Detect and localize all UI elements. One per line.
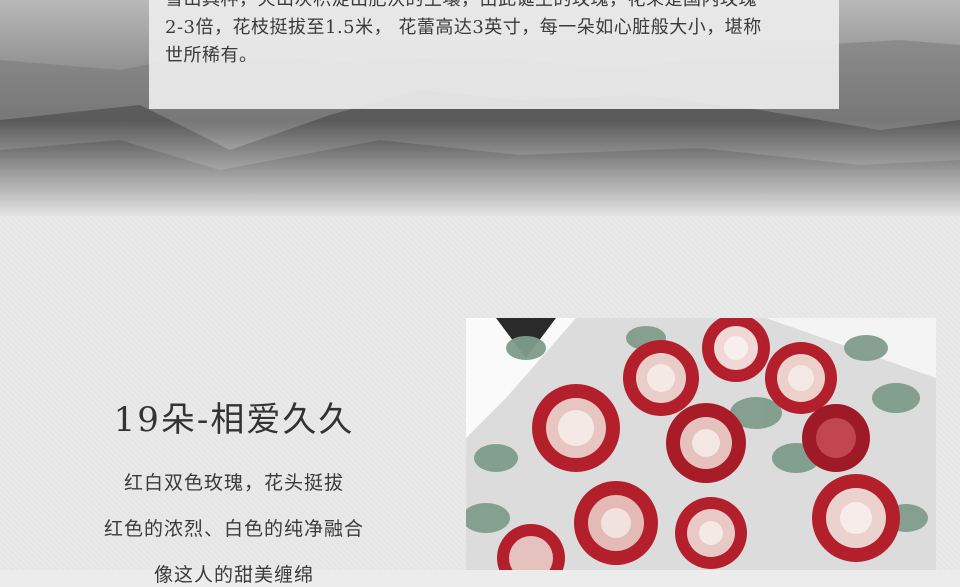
rose-bouquet-photo xyxy=(466,318,936,570)
intro-line: 雪山具种，火山灰积淀出肥沃的土壤，由此诞生的玫瑰，花朵是国内玫瑰 xyxy=(165,0,830,14)
intro-line: 世所稀有。 xyxy=(165,45,258,66)
intro-text-card: 雪山具种，火山灰积淀出肥沃的土壤，由此诞生的玫瑰，花朵是国内玫瑰 2-3倍，花枝… xyxy=(149,0,839,109)
product-title: 19朵-相爱久久 xyxy=(113,400,355,440)
rose-bouquet-image xyxy=(466,318,936,570)
intro-line: 2-3倍，花枝挺拔至1.5米， 花蕾高达3英寸，每一朵如心脏般大小，堪称 xyxy=(165,17,762,38)
product-desc-line: 红白双色玫瑰，花头挺拔 xyxy=(123,472,344,494)
product-desc-line: 红色的浓烈、白色的纯净融合 xyxy=(103,518,364,540)
product-desc-line: 像这人的甜美缠绵 xyxy=(153,564,314,586)
misty-landscape-banner: 雪山具种，火山灰积淀出肥沃的土壤，由此诞生的玫瑰，花朵是国内玫瑰 2-3倍，花枝… xyxy=(0,0,960,216)
intro-text: 雪山具种，火山灰积淀出肥沃的土壤，由此诞生的玫瑰，花朵是国内玫瑰 2-3倍，花枝… xyxy=(165,0,830,70)
